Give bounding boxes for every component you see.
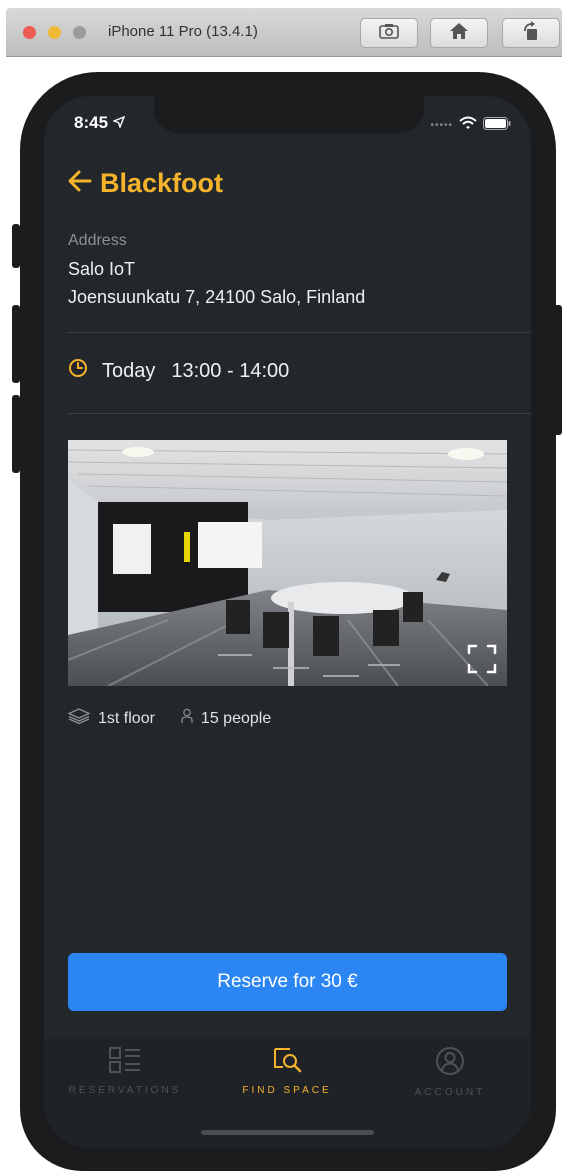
- tab-find-space[interactable]: FIND SPACE: [207, 1046, 367, 1096]
- rotate-button[interactable]: [502, 18, 560, 48]
- tab-reservations[interactable]: RESERVATIONS: [45, 1046, 205, 1096]
- signal-dots-icon: •••••: [430, 120, 453, 131]
- home-indicator[interactable]: [201, 1130, 374, 1135]
- time-slot-range: 13:00 - 14:00: [171, 359, 290, 382]
- volume-up-button: [12, 305, 20, 383]
- capacity-info: 15 people: [181, 708, 271, 729]
- screenshot-icon: [379, 23, 399, 44]
- tab-account[interactable]: ACCOUNT: [370, 1046, 530, 1098]
- tab-label: FIND SPACE: [242, 1085, 332, 1096]
- status-time: 8:45: [74, 113, 126, 133]
- floor-text: 1st floor: [98, 709, 155, 727]
- minimize-window-button[interactable]: [48, 26, 61, 39]
- status-indicators: •••••: [430, 116, 511, 135]
- home-icon: [449, 22, 469, 45]
- arrow-left-icon[interactable]: [68, 168, 92, 199]
- time-slot: Today 13:00 - 14:00: [68, 358, 289, 384]
- simulator-title-bar: iPhone 11 Pro (13.4.1): [6, 8, 562, 57]
- time-slot-day: Today: [102, 359, 156, 382]
- rotate-icon: [521, 20, 541, 46]
- simulator-title: iPhone 11 Pro (13.4.1): [108, 23, 258, 40]
- capacity-text: 15 people: [200, 709, 272, 727]
- address-label: Address: [68, 232, 127, 249]
- home-button[interactable]: [430, 18, 488, 48]
- room-photo[interactable]: [68, 440, 507, 686]
- tab-label: ACCOUNT: [414, 1087, 486, 1098]
- volume-down-button: [12, 395, 20, 473]
- address-street: Joensuunkatu 7, 24100 Salo, Finland: [68, 287, 366, 307]
- tab-label: RESERVATIONS: [68, 1085, 182, 1096]
- page-header: Blackfoot: [68, 168, 223, 199]
- divider: [68, 413, 531, 414]
- wifi-icon: [459, 116, 477, 135]
- notch: [154, 96, 424, 133]
- list-icon: [108, 1046, 142, 1079]
- clock-icon: [68, 358, 88, 384]
- mute-switch: [12, 224, 20, 268]
- account-icon: [435, 1046, 465, 1081]
- screenshot-button[interactable]: [360, 18, 418, 48]
- person-icon: [181, 708, 193, 729]
- divider: [68, 332, 531, 333]
- layers-icon: [67, 708, 91, 729]
- battery-icon: [483, 116, 511, 135]
- close-window-button[interactable]: [23, 26, 36, 39]
- floor-info: 1st floor: [67, 708, 155, 729]
- reserve-button[interactable]: Reserve for 30 €: [68, 953, 507, 1011]
- find-space-icon: [270, 1046, 304, 1079]
- page-title: Blackfoot: [100, 168, 224, 198]
- location-arrow-icon: [111, 113, 126, 132]
- address-name: Salo IoT: [68, 259, 136, 279]
- app-screen: 8:45 ••••• Blackfoot Address Salo IoT Jo…: [44, 96, 531, 1148]
- room-meta: 1st floor 15 people: [67, 708, 297, 729]
- zoom-window-button[interactable]: [73, 26, 86, 39]
